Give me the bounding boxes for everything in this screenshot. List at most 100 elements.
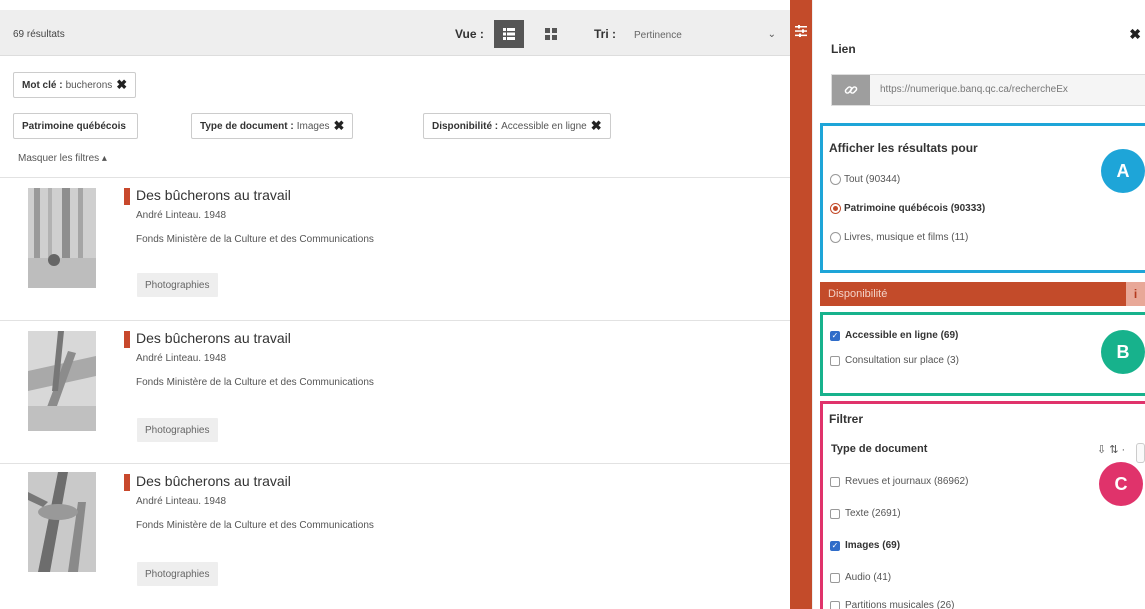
result-title[interactable]: Des bûcherons au travail [136, 187, 291, 203]
results-count: 69 résultats [13, 29, 65, 40]
result-type-badge: Photographies [137, 562, 218, 586]
checkbox[interactable] [830, 600, 840, 609]
red-marker [124, 188, 130, 205]
checkbox[interactable]: ✓ [830, 540, 840, 551]
radio-button[interactable] [830, 232, 841, 243]
info-icon[interactable]: i [1126, 282, 1145, 306]
view-label: Vue : [455, 27, 484, 41]
photo-thumbnail-icon [28, 188, 96, 288]
result-fonds: Fonds Ministère de la Culture et des Com… [136, 234, 374, 245]
result-title[interactable]: Des bûcherons au travail [136, 473, 291, 489]
radio-button[interactable] [830, 203, 841, 214]
checkbox-label: Revues et journaux (86962) [845, 476, 969, 487]
radio-option-livres[interactable]: Livres, musique et films (11) [830, 232, 968, 243]
filter-tag-patrimoine[interactable]: Patrimoine québécois [13, 113, 138, 139]
result-item[interactable]: Des bûcherons au travail André Linteau. … [0, 464, 790, 604]
annotation-badge-c: C [1099, 462, 1143, 506]
filter-toggle-button[interactable] [790, 18, 812, 44]
results-toolbar: 69 résultats Vue : Tri : Pertinence ⌄ [0, 10, 790, 56]
close-icon[interactable]: ✖ [1129, 26, 1141, 43]
radio-label: Tout (90344) [844, 174, 901, 185]
result-author: André Linteau. 1948 [136, 496, 227, 507]
result-fonds: Fonds Ministère de la Culture et des Com… [136, 520, 374, 531]
panel-divider-bar [790, 0, 812, 609]
checkbox[interactable] [830, 572, 840, 583]
radio-label: Patrimoine québécois (90333) [844, 203, 986, 214]
filter-tag-dispo[interactable]: Disponibilité : Accessible en ligne ✖ [423, 113, 611, 139]
list-view-icon [503, 28, 515, 40]
checkbox-option-audio[interactable]: Audio (41) [830, 572, 891, 583]
checkbox-option-images[interactable]: ✓ Images (69) [830, 540, 900, 551]
checkbox[interactable] [830, 476, 840, 487]
checkbox[interactable] [830, 508, 840, 519]
radio-option-patrimoine[interactable]: Patrimoine québécois (90333) [830, 203, 985, 214]
checkbox-option-accessible[interactable]: ✓ Accessible en ligne (69) [830, 330, 958, 341]
filtrer-title: Filtrer [829, 412, 864, 426]
list-view-button[interactable] [494, 20, 524, 48]
filter-tag-label: Type de document : [200, 120, 294, 132]
photo-thumbnail-icon [28, 331, 96, 431]
grid-view-button[interactable] [536, 20, 566, 48]
filter-tag-value: bucherons [65, 79, 113, 91]
afficher-title: Afficher les résultats pour [829, 141, 978, 155]
hide-filters-link[interactable]: Masquer les filtres ▴ [18, 153, 107, 164]
close-icon[interactable]: ✖ [591, 118, 602, 134]
sort-select[interactable]: Pertinence ⌄ [624, 23, 780, 47]
radio-option-tout[interactable]: Tout (90344) [830, 174, 900, 185]
filter-tag-value: Accessible en ligne [501, 120, 587, 132]
checkbox[interactable]: ✓ [830, 330, 840, 341]
sort-value: Pertinence [634, 29, 682, 41]
radio-button[interactable] [830, 174, 841, 185]
filter-tag-value: Images [296, 120, 330, 132]
annotation-badge-a: A [1101, 149, 1145, 193]
checkbox-option-revues[interactable]: Revues et journaux (86962) [830, 476, 968, 487]
scrollbar[interactable] [1136, 443, 1145, 463]
annotation-badge-b: B [1101, 330, 1145, 374]
filter-tag-label: Mot clé : [22, 79, 63, 91]
checkbox-option-consultation[interactable]: Consultation sur place (3) [830, 355, 959, 366]
type-document-title: Type de document [831, 443, 928, 455]
result-title[interactable]: Des bûcherons au travail [136, 330, 291, 346]
photo-thumbnail-icon [28, 472, 96, 572]
close-icon[interactable]: ✖ [334, 118, 345, 134]
checkbox-label: Consultation sur place (3) [845, 355, 959, 366]
link-icon[interactable] [832, 75, 870, 105]
checkbox-label: Texte (2691) [845, 508, 901, 519]
radio-label: Livres, musique et films (11) [844, 232, 969, 243]
sort-icon[interactable]: ⇩ ⇅ · [1097, 443, 1125, 456]
filter-tag-label: Disponibilité : [432, 120, 499, 132]
checkbox-option-partitions[interactable]: Partitions musicales (26) [830, 600, 954, 609]
result-author: André Linteau. 1948 [136, 353, 227, 364]
filter-tag-keyword[interactable]: Mot clé : bucherons ✖ [13, 72, 137, 98]
result-thumbnail[interactable] [28, 331, 96, 431]
result-item[interactable]: Des bûcherons au travail André Linteau. … [0, 321, 790, 461]
link-field[interactable]: https://numerique.banq.qc.ca/rechercheEx [831, 74, 1145, 106]
checkbox-label: Audio (41) [845, 572, 892, 583]
link-url[interactable]: https://numerique.banq.qc.ca/rechercheEx [880, 84, 1068, 95]
result-thumbnail[interactable] [28, 472, 96, 572]
section-dispo-highlight [820, 312, 1145, 396]
close-icon[interactable]: ✖ [116, 77, 127, 93]
result-author: André Linteau. 1948 [136, 210, 227, 221]
result-type-badge: Photographies [137, 273, 218, 297]
chain-icon [844, 86, 858, 94]
checkbox-label: Partitions musicales (26) [845, 600, 955, 609]
result-thumbnail[interactable] [28, 188, 96, 288]
result-fonds: Fonds Ministère de la Culture et des Com… [136, 377, 374, 388]
checkbox-label: Images (69) [845, 540, 901, 551]
red-marker [124, 331, 130, 348]
checkbox-label: Accessible en ligne (69) [845, 330, 959, 341]
result-type-badge: Photographies [137, 418, 218, 442]
red-marker [124, 474, 130, 491]
checkbox-option-texte[interactable]: Texte (2691) [830, 508, 901, 519]
grid-view-icon [545, 28, 557, 40]
filter-tag-label: Patrimoine québécois [22, 120, 126, 132]
sort-label: Tri : [594, 27, 617, 41]
results-pane: 69 résultats Vue : Tri : Pertinence ⌄ Mo… [0, 0, 790, 609]
panel-title: Lien [831, 42, 856, 56]
checkbox[interactable] [830, 355, 840, 366]
sliders-icon [795, 25, 807, 37]
disponibilite-title: Disponibilité [828, 288, 888, 300]
result-item[interactable]: Des bûcherons au travail André Linteau. … [0, 178, 790, 318]
filter-tag-type[interactable]: Type de document : Images ✖ [191, 113, 354, 139]
